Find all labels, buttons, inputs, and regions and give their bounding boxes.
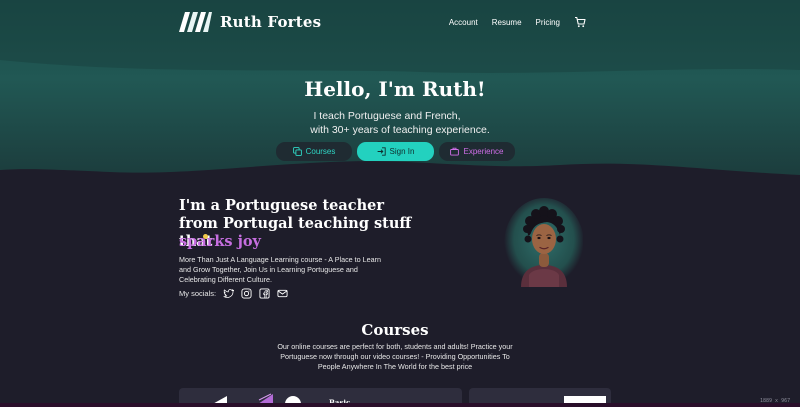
hero-title: Hello, I'm Ruth!: [304, 77, 486, 101]
twitter-icon[interactable]: [223, 288, 235, 299]
top-nav: Ruth Fortes Account Resume Pricing: [178, 9, 612, 35]
courses-button-label: Courses: [305, 147, 336, 156]
nav-link-resume[interactable]: Resume: [492, 18, 522, 27]
sign-in-icon: [377, 147, 386, 156]
hero-subtitle-line2: with 30+ years of teaching experience.: [310, 124, 490, 136]
about-description: More Than Just A Language Learning cours…: [179, 255, 382, 284]
briefcase-icon: [450, 147, 460, 156]
page: Ruth Fortes Account Resume Pricing Hello…: [0, 0, 800, 407]
mail-icon[interactable]: [277, 288, 288, 299]
socials-label: My socials:: [179, 289, 217, 298]
brand-logo-icon: [179, 12, 212, 32]
brand[interactable]: Ruth Fortes: [178, 11, 321, 33]
instagram-icon[interactable]: [241, 288, 252, 299]
bottom-edge-bar: [0, 403, 800, 407]
courses-title: Courses: [361, 321, 429, 339]
copy-icon: [292, 147, 302, 156]
courses-button[interactable]: Courses: [276, 142, 352, 161]
sign-in-button[interactable]: Sign In: [357, 142, 434, 161]
avatar: [504, 198, 583, 290]
nav-link-pricing[interactable]: Pricing: [536, 18, 560, 27]
moon-icon[interactable]: [600, 16, 612, 28]
experience-button[interactable]: Experience: [439, 142, 515, 161]
cart-icon[interactable]: [574, 16, 586, 28]
about-accent-text: sparks joy: [179, 233, 261, 250]
nav-link-account[interactable]: Account: [449, 18, 478, 27]
hero-subtitle-line1: I teach Portuguese and French,: [313, 110, 461, 122]
hero-buttons: Courses Sign In Experience: [276, 142, 515, 161]
sign-in-button-label: Sign In: [389, 147, 415, 156]
nav-links: Account Resume Pricing: [449, 16, 612, 28]
brand-name: Ruth Fortes: [220, 13, 322, 31]
experience-button-label: Experience: [463, 147, 504, 156]
sparkle-icon: [203, 234, 208, 239]
socials-row: My socials:: [179, 288, 288, 299]
courses-description: Our online courses are perfect for both,…: [277, 342, 513, 371]
viewport-size-readout: 1889 x 967: [760, 398, 791, 404]
facebook-icon[interactable]: [259, 288, 270, 299]
